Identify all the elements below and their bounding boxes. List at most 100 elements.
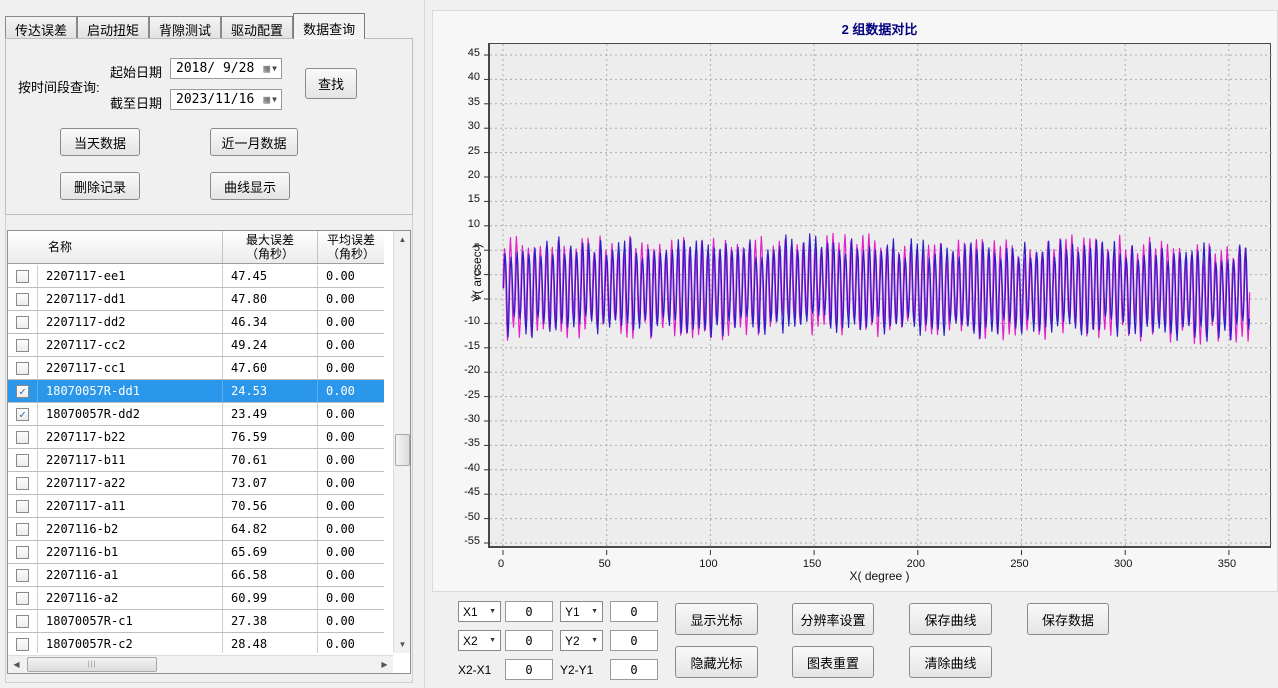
show-cursor-button[interactable]: 显示光标	[675, 603, 758, 635]
plot-area[interactable]	[488, 43, 1271, 548]
curve-display-button[interactable]: 曲线显示	[210, 172, 290, 200]
delete-record-button[interactable]: 删除记录	[60, 172, 140, 200]
table-row[interactable]: 2207116-b264.820.00	[8, 518, 384, 541]
checkbox-cell	[8, 633, 38, 653]
x-tick-label: 250	[998, 558, 1042, 570]
tab-2[interactable]: 背隙测试	[149, 16, 221, 38]
chevron-down-icon[interactable]: ▼	[270, 64, 281, 73]
calendar-icon[interactable]: ▦	[264, 94, 271, 105]
row-checkbox[interactable]	[16, 638, 29, 651]
row-max-error: 66.58	[223, 564, 318, 586]
row-checkbox[interactable]	[16, 477, 29, 490]
table-row[interactable]: 2207117-b2276.590.00	[8, 426, 384, 449]
row-max-error: 64.82	[223, 518, 318, 540]
calendar-icon[interactable]: ▦	[264, 63, 271, 74]
row-checkbox[interactable]	[16, 569, 29, 582]
table-row[interactable]: 2207117-dd147.800.00	[8, 288, 384, 311]
x1-value-field[interactable]	[505, 601, 553, 622]
column-header-max-error[interactable]: 最大误差（角秒）	[223, 231, 318, 263]
y2-cursor-select[interactable]: Y2▼	[560, 630, 603, 651]
x2-label: X2	[463, 634, 478, 648]
scroll-left-icon[interactable]: ◀	[8, 656, 25, 674]
row-checkbox[interactable]	[16, 500, 29, 513]
column-header-avg-error[interactable]: 平均误差（角秒）	[318, 231, 384, 263]
tab-4[interactable]: 数据查询	[293, 13, 365, 39]
month-data-button[interactable]: 近一月数据	[210, 128, 298, 156]
resolution-settings-button[interactable]: 分辨率设置	[792, 603, 874, 635]
row-checkbox[interactable]	[16, 339, 29, 352]
tab-3[interactable]: 驱动配置	[221, 16, 293, 38]
row-checkbox[interactable]	[16, 293, 29, 306]
row-checkbox[interactable]	[16, 615, 29, 628]
dy-value-field[interactable]	[610, 659, 658, 680]
horizontal-scrollbar-thumb[interactable]: |||	[27, 657, 157, 672]
row-name: 2207116-b2	[38, 518, 223, 540]
row-checkbox[interactable]	[16, 431, 29, 444]
table-row[interactable]: 2207117-dd246.340.00	[8, 311, 384, 334]
clear-curve-button[interactable]: 清除曲线	[909, 646, 992, 678]
hide-cursor-button[interactable]: 隐藏光标	[675, 646, 758, 678]
row-avg-error: 0.00	[318, 587, 384, 609]
end-date-field[interactable]: 2023/11/16 ▦ ▼	[170, 89, 282, 110]
row-checkbox[interactable]	[16, 546, 29, 559]
row-checkbox[interactable]	[16, 316, 29, 329]
x1-cursor-select[interactable]: X1▼	[458, 601, 501, 622]
scroll-down-icon[interactable]: ▼	[394, 636, 411, 653]
row-checkbox[interactable]	[16, 592, 29, 605]
table-row[interactable]: 2207116-a260.990.00	[8, 587, 384, 610]
table-row[interactable]: 2207116-a166.580.00	[8, 564, 384, 587]
row-checkbox[interactable]	[16, 362, 29, 375]
chevron-down-icon[interactable]: ▼	[270, 95, 281, 104]
search-button[interactable]: 查找	[305, 68, 357, 99]
table-row[interactable]: 2207117-cc249.240.00	[8, 334, 384, 357]
y-tick-label: 0	[440, 267, 480, 279]
row-checkbox[interactable]: ✓	[16, 385, 29, 398]
row-checkbox[interactable]	[16, 454, 29, 467]
chart-reset-button[interactable]: 图表重置	[792, 646, 874, 678]
panel-divider	[424, 0, 425, 688]
horizontal-scrollbar[interactable]: ◀ ||| ▶	[8, 655, 393, 673]
y2-label: Y2	[565, 634, 580, 648]
dx-value-field[interactable]	[505, 659, 553, 680]
x2-cursor-select[interactable]: X2▼	[458, 630, 501, 651]
row-name: 18070057R-dd1	[38, 380, 223, 402]
today-data-button[interactable]: 当天数据	[60, 128, 140, 156]
column-header-name[interactable]: 名称	[8, 231, 223, 263]
table-header: 名称 最大误差（角秒） 平均误差（角秒）	[8, 231, 384, 264]
end-date-value: 2023/11/16	[176, 92, 254, 107]
table-row[interactable]: 2207117-cc147.600.00	[8, 357, 384, 380]
vertical-scrollbar[interactable]: ▲ ▼	[393, 231, 410, 653]
table-row[interactable]: ✓18070057R-dd223.490.00	[8, 403, 384, 426]
start-date-field[interactable]: 2018/ 9/28 ▦ ▼	[170, 58, 282, 79]
x-tick-label: 150	[790, 558, 834, 570]
y-tick-label: -20	[440, 364, 480, 376]
checkbox-cell	[8, 426, 38, 448]
row-name: 18070057R-c2	[38, 633, 223, 653]
table-row[interactable]: 18070057R-c127.380.00	[8, 610, 384, 633]
row-checkbox[interactable]	[16, 523, 29, 536]
tab-1[interactable]: 启动扭矩	[77, 16, 149, 38]
y-tick-label: 20	[440, 169, 480, 181]
y1-cursor-select[interactable]: Y1▼	[560, 601, 603, 622]
table-row[interactable]: ✓18070057R-dd124.530.00	[8, 380, 384, 403]
y1-value-field[interactable]	[610, 601, 658, 622]
table-row[interactable]: 2207116-b165.690.00	[8, 541, 384, 564]
scroll-up-icon[interactable]: ▲	[394, 231, 411, 248]
save-data-button[interactable]: 保存数据	[1027, 603, 1109, 635]
row-checkbox[interactable]: ✓	[16, 408, 29, 421]
table-row[interactable]: 2207117-a2273.070.00	[8, 472, 384, 495]
table-row[interactable]: 2207117-b1170.610.00	[8, 449, 384, 472]
table-row[interactable]: 2207117-ee147.450.00	[8, 265, 384, 288]
y2-value-field[interactable]	[610, 630, 658, 651]
y-tick-label: -5	[440, 291, 480, 303]
tab-0[interactable]: 传达误差	[5, 16, 77, 38]
table-row[interactable]: 2207117-a1170.560.00	[8, 495, 384, 518]
scroll-right-icon[interactable]: ▶	[376, 656, 393, 674]
table-row[interactable]: 18070057R-c228.480.00	[8, 633, 384, 653]
row-checkbox[interactable]	[16, 270, 29, 283]
x2-value-field[interactable]	[505, 630, 553, 651]
y-tick-label: 25	[440, 145, 480, 157]
save-curve-button[interactable]: 保存曲线	[909, 603, 992, 635]
vertical-scrollbar-thumb[interactable]	[395, 434, 410, 466]
y-tick-label: -25	[440, 389, 480, 401]
